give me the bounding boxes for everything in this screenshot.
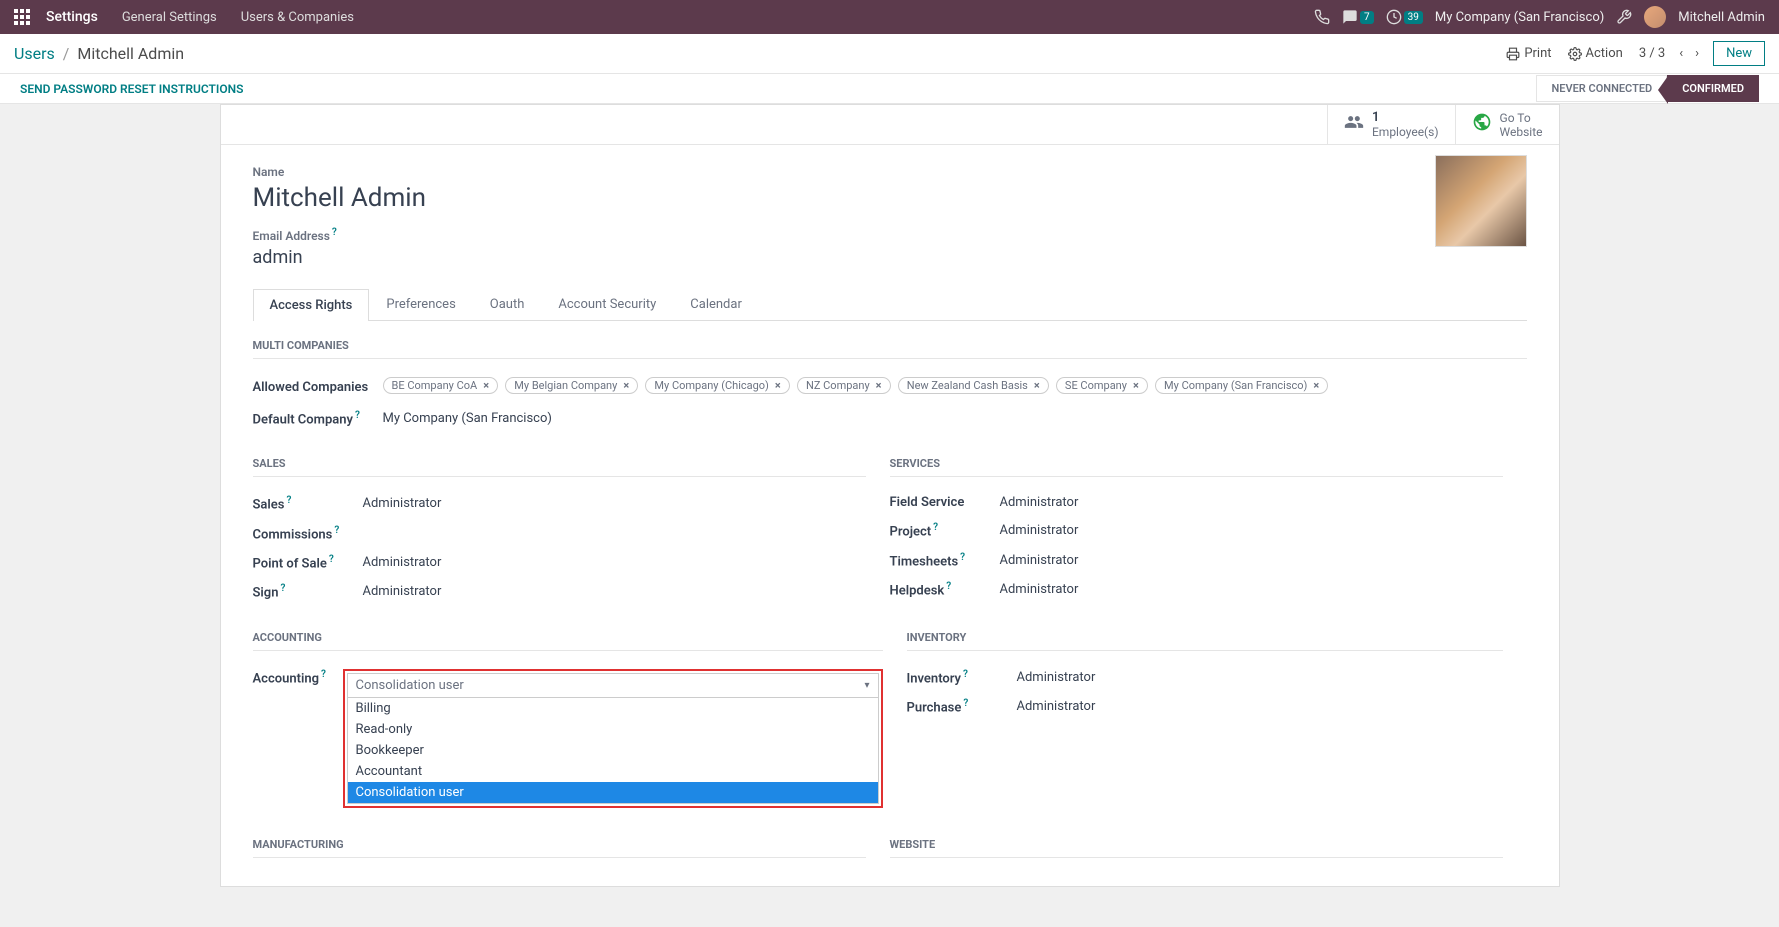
close-icon[interactable]: × (1034, 379, 1040, 392)
pager: 3 / 3 (1631, 46, 1673, 61)
employees-stat-button[interactable]: 1 Employee(s) (1327, 105, 1455, 144)
help-icon[interactable]: ? (963, 698, 968, 709)
purchase-field[interactable]: Administrator (1017, 699, 1096, 714)
action-bar: Users / Mitchell Admin Print Action 3 / … (0, 34, 1779, 74)
help-icon[interactable]: ? (329, 554, 334, 565)
tab-account-security[interactable]: Account Security (541, 288, 673, 320)
breadcrumb-root[interactable]: Users (14, 44, 55, 63)
help-icon[interactable]: ? (933, 522, 938, 533)
close-icon[interactable]: × (623, 379, 629, 392)
close-icon[interactable]: × (1313, 379, 1319, 392)
pager-next[interactable]: › (1689, 42, 1705, 65)
tabs: Access Rights Preferences Oauth Account … (253, 288, 1527, 321)
tab-access-rights[interactable]: Access Rights (253, 289, 370, 321)
globe-icon (1472, 112, 1492, 137)
timesheets-field[interactable]: Administrator (1000, 553, 1079, 568)
action-button[interactable]: Action (1560, 42, 1631, 65)
nav-users-companies[interactable]: Users & Companies (229, 10, 366, 25)
section-website: WEBSITE (890, 838, 1503, 858)
chevron-down-icon: ▾ (864, 680, 869, 691)
status-bar: SEND PASSWORD RESET INSTRUCTIONS NEVER C… (0, 74, 1779, 104)
help-icon[interactable]: ? (286, 495, 291, 506)
sign-field[interactable]: Administrator (363, 584, 442, 599)
activities-badge: 39 (1404, 11, 1423, 24)
print-button[interactable]: Print (1498, 42, 1559, 65)
pos-field[interactable]: Administrator (363, 555, 442, 570)
profile-image[interactable] (1435, 155, 1527, 247)
help-icon[interactable]: ? (332, 227, 337, 238)
accounting-selected[interactable]: Consolidation user ▾ (347, 673, 879, 698)
dropdown-option[interactable]: Bookkeeper (348, 740, 878, 761)
close-icon[interactable]: × (775, 379, 781, 392)
status-confirmed[interactable]: CONFIRMED (1667, 75, 1759, 102)
section-manufacturing: MANUFACTURING (253, 838, 866, 858)
new-button[interactable]: New (1713, 41, 1765, 66)
name-field[interactable]: Mitchell Admin (253, 183, 1527, 213)
accounting-options: Billing Read-only Bookkeeper Accountant … (347, 698, 879, 804)
company-tag[interactable]: My Company (San Francisco)× (1155, 377, 1328, 394)
dropdown-option[interactable]: Consolidation user (348, 782, 878, 803)
tab-preferences[interactable]: Preferences (369, 288, 472, 320)
top-navbar: Settings General Settings Users & Compan… (0, 0, 1779, 34)
close-icon[interactable]: × (1133, 379, 1139, 392)
send-password-reset-button[interactable]: SEND PASSWORD RESET INSTRUCTIONS (20, 82, 243, 96)
section-inventory: INVENTORY (907, 631, 1503, 651)
section-accounting: ACCOUNTING (253, 631, 883, 651)
company-tag[interactable]: NZ Company× (797, 377, 891, 394)
allowed-companies-field[interactable]: BE Company CoA× My Belgian Company× My C… (383, 377, 1333, 398)
form-sheet: 1 Employee(s) Go To Website Name Mitchel… (220, 104, 1560, 887)
help-icon[interactable]: ? (355, 410, 360, 421)
debug-icon[interactable] (1616, 9, 1632, 25)
help-icon[interactable]: ? (280, 583, 285, 594)
inventory-field[interactable]: Administrator (1017, 670, 1096, 685)
users-icon (1344, 112, 1364, 137)
company-tag[interactable]: New Zealand Cash Basis× (898, 377, 1049, 394)
project-field[interactable]: Administrator (1000, 523, 1079, 538)
goto-website-button[interactable]: Go To Website (1455, 105, 1559, 144)
section-sales: SALES (253, 457, 866, 477)
close-icon[interactable]: × (876, 379, 882, 392)
pager-prev[interactable]: ‹ (1673, 42, 1689, 65)
company-tag[interactable]: SE Company× (1056, 377, 1148, 394)
apps-icon[interactable] (14, 9, 30, 25)
help-icon[interactable]: ? (963, 669, 968, 680)
default-company-field[interactable]: My Company (San Francisco) (383, 411, 552, 426)
status-never-connected[interactable]: NEVER CONNECTED (1536, 75, 1667, 102)
company-tag[interactable]: My Belgian Company× (505, 377, 638, 394)
accounting-dropdown[interactable]: Consolidation user ▾ Billing Read-only B… (343, 669, 883, 808)
helpdesk-field[interactable]: Administrator (1000, 582, 1079, 597)
dropdown-option[interactable]: Accountant (348, 761, 878, 782)
help-icon[interactable]: ? (321, 669, 326, 680)
sales-field[interactable]: Administrator (363, 496, 442, 511)
email-label: Email Address? (253, 227, 1527, 243)
company-tag[interactable]: My Company (Chicago)× (645, 377, 789, 394)
user-menu[interactable]: Mitchell Admin (1678, 10, 1765, 25)
breadcrumb-current: Mitchell Admin (77, 44, 184, 63)
section-multi-companies: MULTI COMPANIES (253, 339, 1527, 359)
close-icon[interactable]: × (483, 379, 489, 392)
tab-calendar[interactable]: Calendar (673, 288, 759, 320)
app-brand[interactable]: Settings (40, 9, 110, 25)
section-services: SERVICES (890, 457, 1503, 477)
messages-icon[interactable]: 7 (1342, 9, 1374, 25)
breadcrumb: Users / Mitchell Admin (14, 44, 184, 63)
company-tag[interactable]: BE Company CoA× (383, 377, 499, 394)
fieldservice-field[interactable]: Administrator (1000, 495, 1079, 510)
messages-badge: 7 (1360, 11, 1374, 24)
avatar[interactable] (1644, 6, 1666, 28)
help-icon[interactable]: ? (946, 581, 951, 592)
activities-icon[interactable]: 39 (1386, 9, 1423, 25)
company-switcher[interactable]: My Company (San Francisco) (1435, 10, 1604, 25)
name-label: Name (253, 165, 1527, 179)
allowed-companies-label: Allowed Companies (253, 380, 383, 395)
phone-icon[interactable] (1314, 9, 1330, 25)
dropdown-option[interactable]: Billing (348, 698, 878, 719)
dropdown-option[interactable]: Read-only (348, 719, 878, 740)
default-company-label: Default Company? (253, 410, 383, 427)
email-field[interactable]: admin (253, 247, 1527, 268)
nav-general-settings[interactable]: General Settings (110, 10, 229, 25)
help-icon[interactable]: ? (960, 552, 965, 563)
help-icon[interactable]: ? (334, 525, 339, 536)
tab-oauth[interactable]: Oauth (473, 288, 542, 320)
